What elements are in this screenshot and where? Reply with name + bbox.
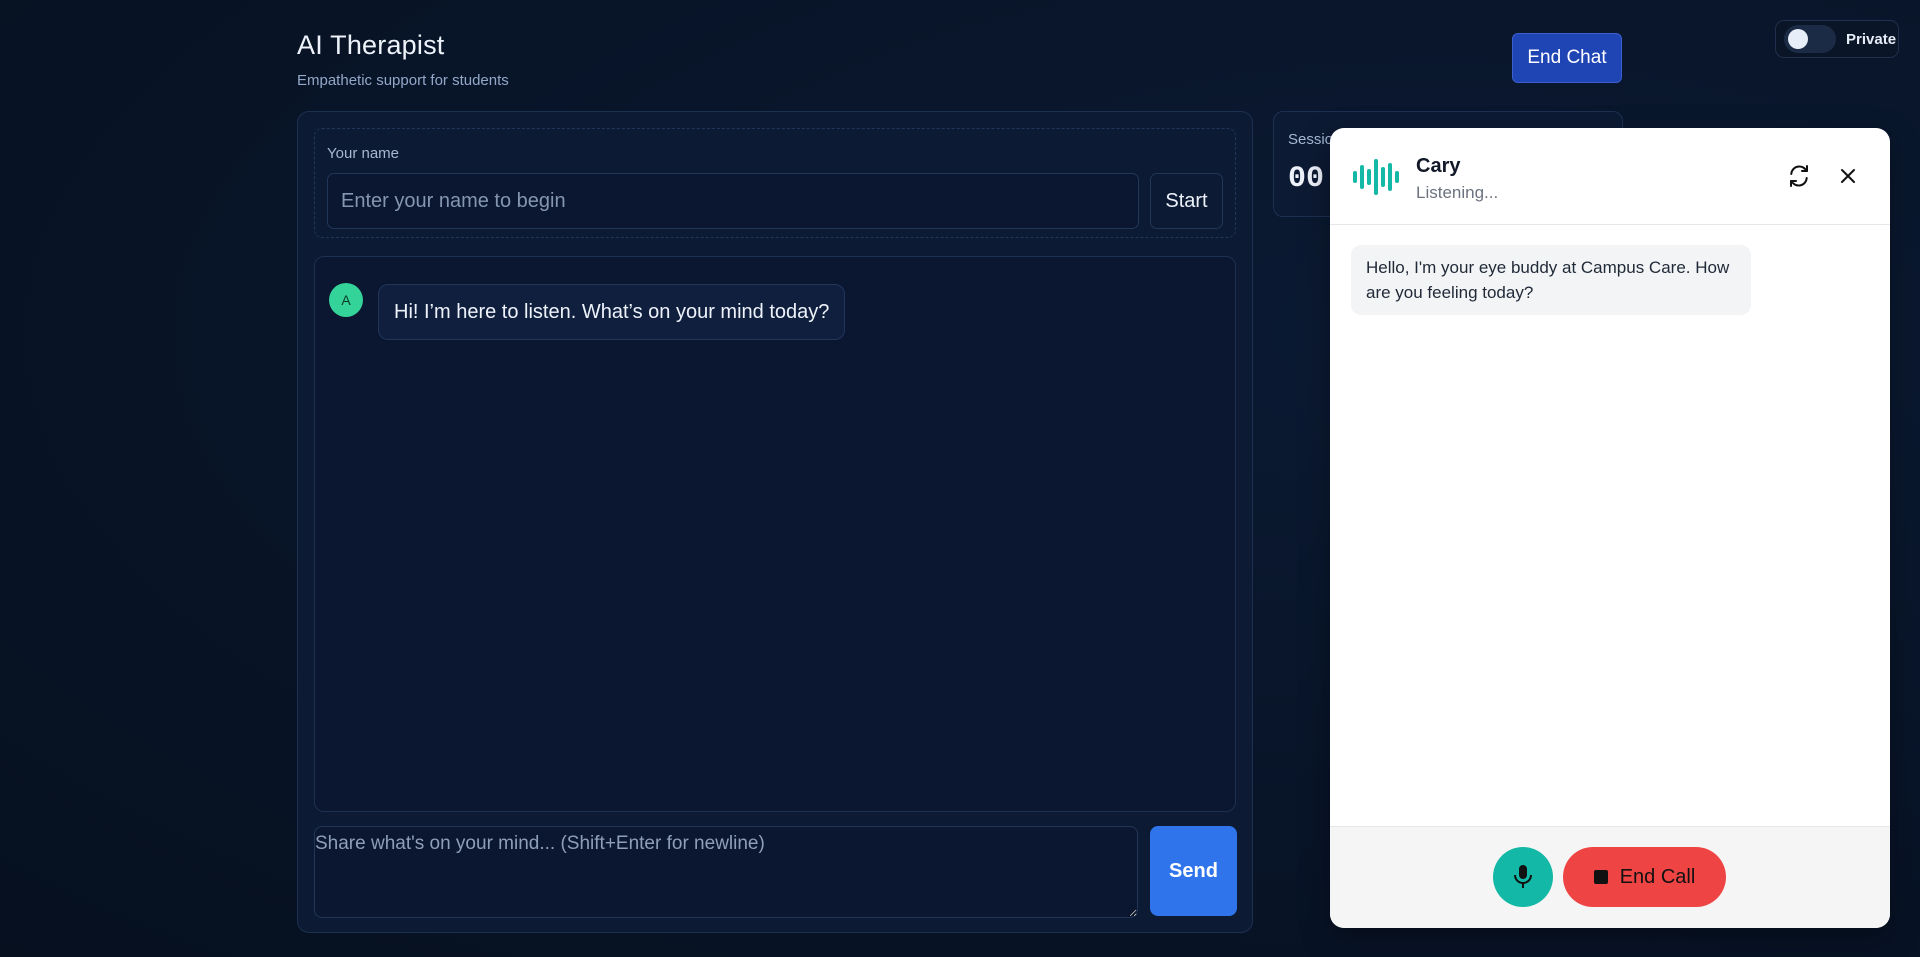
end-chat-button[interactable]: End Chat	[1512, 33, 1622, 83]
voice-widget-footer: End Call	[1330, 826, 1890, 928]
agent-name: Cary	[1416, 155, 1461, 177]
name-label: Your name	[327, 145, 399, 162]
end-call-label: End Call	[1619, 865, 1696, 888]
assistant-message: Hi! I’m here to listen. What’s on your m…	[378, 284, 846, 340]
agent-status: Listening...	[1416, 183, 1499, 202]
send-button[interactable]: Send	[1150, 826, 1237, 916]
voice-call-widget: Cary Listening... Hello, I'm your eye bu…	[1330, 128, 1890, 928]
close-icon[interactable]	[1836, 164, 1860, 188]
toggle-knob	[1788, 29, 1808, 49]
stop-icon	[1593, 870, 1608, 884]
voice-widget-header: Cary Listening...	[1330, 128, 1890, 225]
end-call-button[interactable]: End Call	[1563, 847, 1726, 907]
chat-panel: Your name Start A Hi! I’m here to listen…	[297, 111, 1253, 933]
page-title: AI Therapist	[297, 30, 445, 60]
microphone-icon	[1514, 865, 1532, 888]
private-label: Private	[1846, 30, 1897, 48]
message-input[interactable]	[314, 826, 1138, 918]
microphone-button[interactable]	[1493, 847, 1553, 907]
name-input[interactable]	[327, 173, 1139, 229]
start-button[interactable]: Start	[1150, 173, 1223, 229]
voice-assistant-message: Hello, I'm your eye buddy at Campus Care…	[1351, 245, 1751, 315]
page-subtitle: Empathetic support for students	[297, 72, 509, 89]
name-entry-section: Your name Start	[314, 128, 1236, 238]
private-mode-toggle[interactable]: Private	[1775, 20, 1899, 58]
avatar: A	[329, 283, 363, 317]
audio-wave-icon	[1353, 159, 1399, 195]
refresh-icon[interactable]	[1787, 164, 1811, 188]
toggle-switch[interactable]	[1784, 25, 1836, 53]
message-list: A Hi! I’m here to listen. What’s on your…	[314, 256, 1236, 812]
